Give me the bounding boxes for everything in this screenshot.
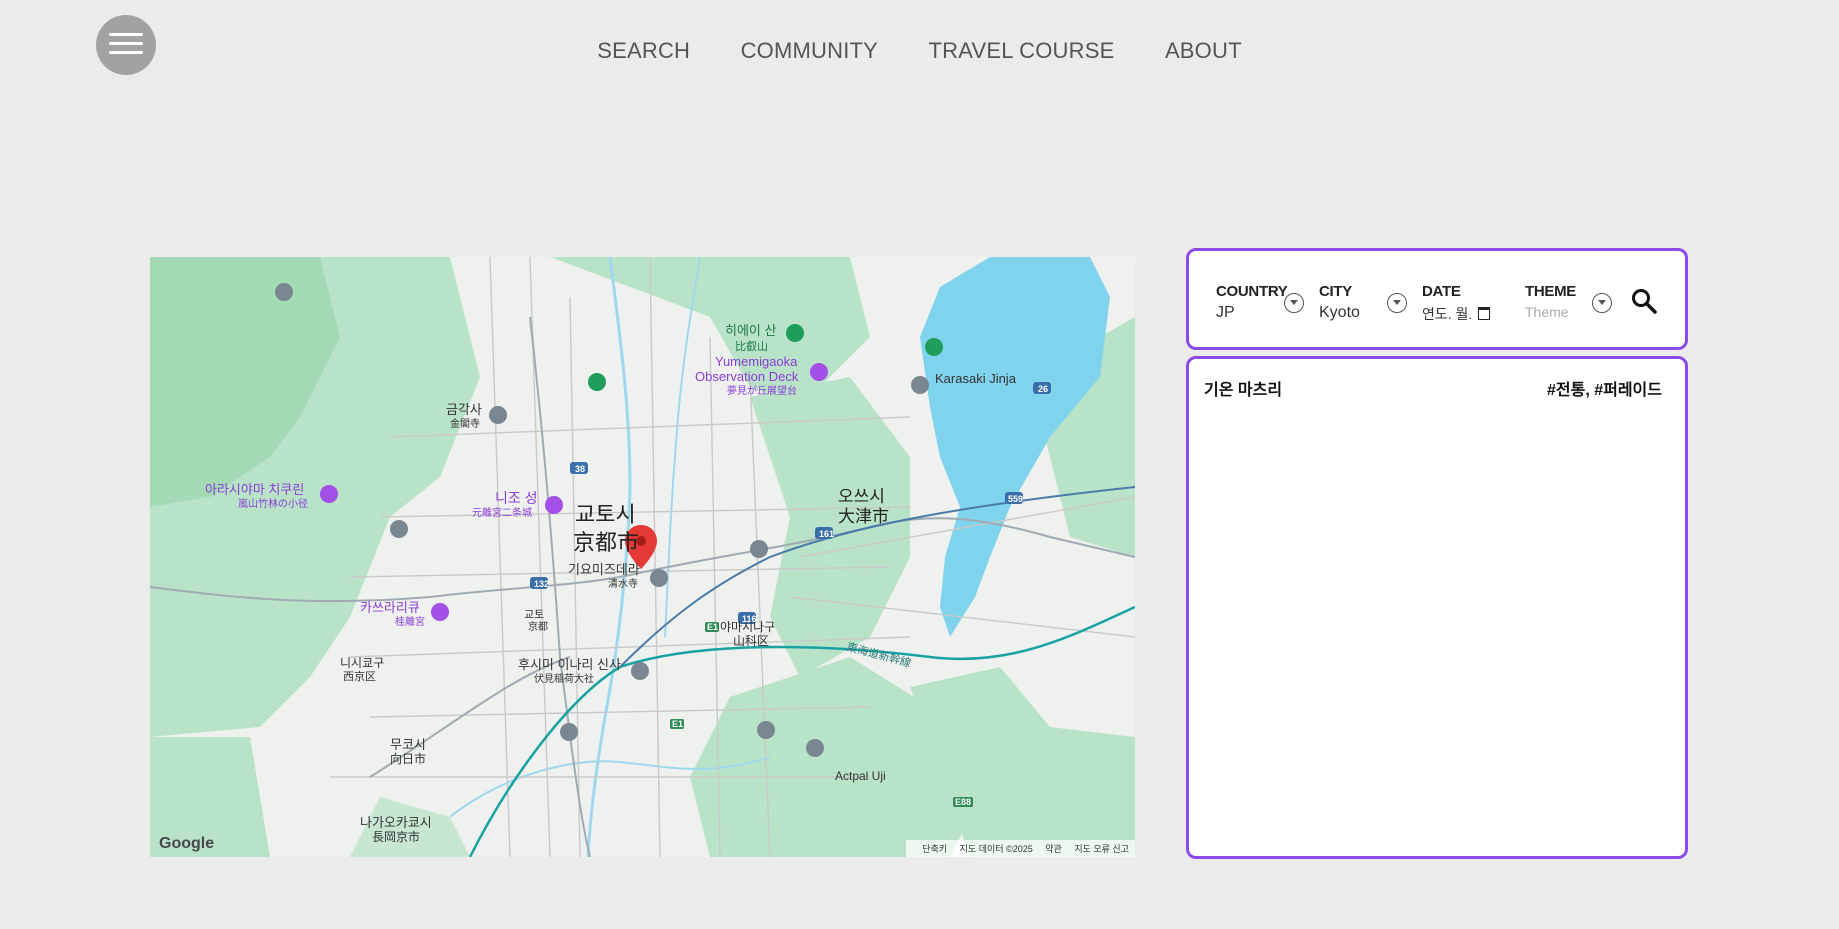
nav-about[interactable]: ABOUT xyxy=(1165,38,1242,64)
map-label-yamashina: 야마시나구 xyxy=(720,620,775,634)
map-label-karasaki: Karasaki Jinja xyxy=(935,371,1017,386)
theme-field[interactable]: THEME Theme xyxy=(1525,283,1576,322)
map-label-kinkaku-ja: 金閣寺 xyxy=(450,417,480,430)
date-value: 연도. 월. xyxy=(1422,306,1473,322)
map-label-katsura-ja: 桂離宮 xyxy=(395,615,425,628)
city-dropdown-icon[interactable] xyxy=(1387,293,1407,313)
theme-dropdown-icon[interactable] xyxy=(1592,293,1612,313)
top-nav: SEARCH COMMUNITY TRAVEL COURSE ABOUT xyxy=(0,38,1839,64)
map-label-kyoto-station-ja: 京都 xyxy=(528,620,548,633)
city-label: CITY xyxy=(1319,283,1352,300)
result-tags: #전통, #퍼레이드 xyxy=(1546,382,1662,399)
date-field[interactable]: DATE 연도. 월. xyxy=(1422,283,1491,324)
map-label-arashiyama-ja: 嵐山竹林の小径 xyxy=(238,497,308,510)
map-label-hieizan: 히에이 산 xyxy=(725,323,776,338)
country-label: COUNTRY xyxy=(1216,283,1288,300)
map-label-nishikyo: 니시쿄구 xyxy=(340,656,384,670)
country-field[interactable]: COUNTRY JP xyxy=(1216,283,1288,322)
nav-search[interactable]: SEARCH xyxy=(597,38,690,64)
map-label-kiyomizu: 기요미즈데라 xyxy=(568,562,640,577)
map-label-katsura: 카쓰라리큐 xyxy=(360,600,420,615)
svg-text:E1: E1 xyxy=(707,622,718,632)
map-canvas[interactable]: 132 38 161 116 559 26 E1 E1 E88 교토시 京都市 … xyxy=(150,257,1135,857)
map-label-nijo-ja: 元離宮二条城 xyxy=(472,506,532,519)
map-label-yumemigaoka: Yumemigaoka xyxy=(715,354,798,369)
result-title[interactable]: 기온 마츠리 xyxy=(1204,376,1282,400)
nav-travel-course[interactable]: TRAVEL COURSE xyxy=(929,38,1115,64)
map-label-otsu-ja: 大津市 xyxy=(838,507,889,526)
map-attribution: 단축키 지도 데이터 ©2025 약관 지도 오류 신고 xyxy=(906,840,1135,857)
map-label-yamashina-ja: 山科区 xyxy=(733,634,769,648)
map-label-kinkaku: 금각사 xyxy=(446,402,482,417)
map-label-city-ja: 京都市 xyxy=(573,530,639,555)
calendar-icon[interactable] xyxy=(1478,307,1491,320)
map-label-nagaokakyo: 나가오카쿄시 xyxy=(360,815,432,830)
svg-text:161: 161 xyxy=(819,529,834,539)
theme-label: THEME xyxy=(1525,283,1577,300)
map-label-muko: 무코시 xyxy=(390,737,426,752)
google-map[interactable]: 132 38 161 116 559 26 E1 E1 E88 교토시 京都市 … xyxy=(150,257,1135,857)
map-label-kiyomizu-ja: 清水寺 xyxy=(608,577,638,590)
city-value[interactable]: Kyoto xyxy=(1319,304,1360,321)
theme-input[interactable]: Theme xyxy=(1525,304,1569,320)
google-logo[interactable]: Google xyxy=(159,835,214,853)
result-panel: 기온 마츠리 #전통, #퍼레이드 xyxy=(1186,356,1688,859)
country-value[interactable]: JP xyxy=(1216,304,1235,321)
map-label-city: 교토시 xyxy=(575,502,636,527)
map-label-arashiyama: 아라시야마 치쿠린 xyxy=(205,482,304,497)
svg-text:E1: E1 xyxy=(672,719,683,729)
map-label-uji: Actpal Uji xyxy=(835,769,886,783)
map-shortcuts-link[interactable]: 단축키 xyxy=(922,844,947,854)
date-label: DATE xyxy=(1422,283,1461,300)
map-label-hieizan-ja: 比叡山 xyxy=(735,339,768,353)
svg-text:38: 38 xyxy=(575,464,585,474)
map-label-observation: Observation Deck xyxy=(695,369,799,384)
svg-text:559: 559 xyxy=(1008,494,1023,504)
svg-text:132: 132 xyxy=(534,579,549,589)
svg-text:E88: E88 xyxy=(955,797,971,807)
date-input[interactable]: 연도. 월. xyxy=(1422,306,1491,322)
map-report-link[interactable]: 지도 오류 신고 xyxy=(1074,844,1129,854)
city-field[interactable]: CITY Kyoto xyxy=(1319,283,1360,322)
country-dropdown-icon[interactable] xyxy=(1284,293,1304,313)
map-label-kyoto-station: 교토 xyxy=(524,609,544,621)
map-data-credit: 지도 데이터 ©2025 xyxy=(959,844,1033,854)
search-icon[interactable] xyxy=(1630,287,1658,315)
map-label-muko-ja: 向日市 xyxy=(390,751,426,766)
hamburger-icon xyxy=(109,33,143,36)
nav-community[interactable]: COMMUNITY xyxy=(741,38,878,64)
map-label-observation-ja: 夢見が丘展望台 xyxy=(727,384,797,397)
map-label-fushimi-ja: 伏見稲荷大社 xyxy=(534,672,594,685)
search-filter-panel: COUNTRY JP CITY Kyoto DATE 연도. 월. THEME … xyxy=(1186,248,1688,350)
map-label-fushimi: 후시미 이나리 신사 xyxy=(518,657,621,672)
svg-text:26: 26 xyxy=(1038,384,1048,394)
map-label-nijo: 니조 성 xyxy=(495,490,538,506)
map-terms-link[interactable]: 약관 xyxy=(1045,844,1062,854)
map-label-nagaokakyo-ja: 長岡京市 xyxy=(372,829,420,844)
map-label-nishikyo-ja: 西京区 xyxy=(343,669,376,683)
map-label-otsu: 오쓰시 xyxy=(838,487,885,506)
